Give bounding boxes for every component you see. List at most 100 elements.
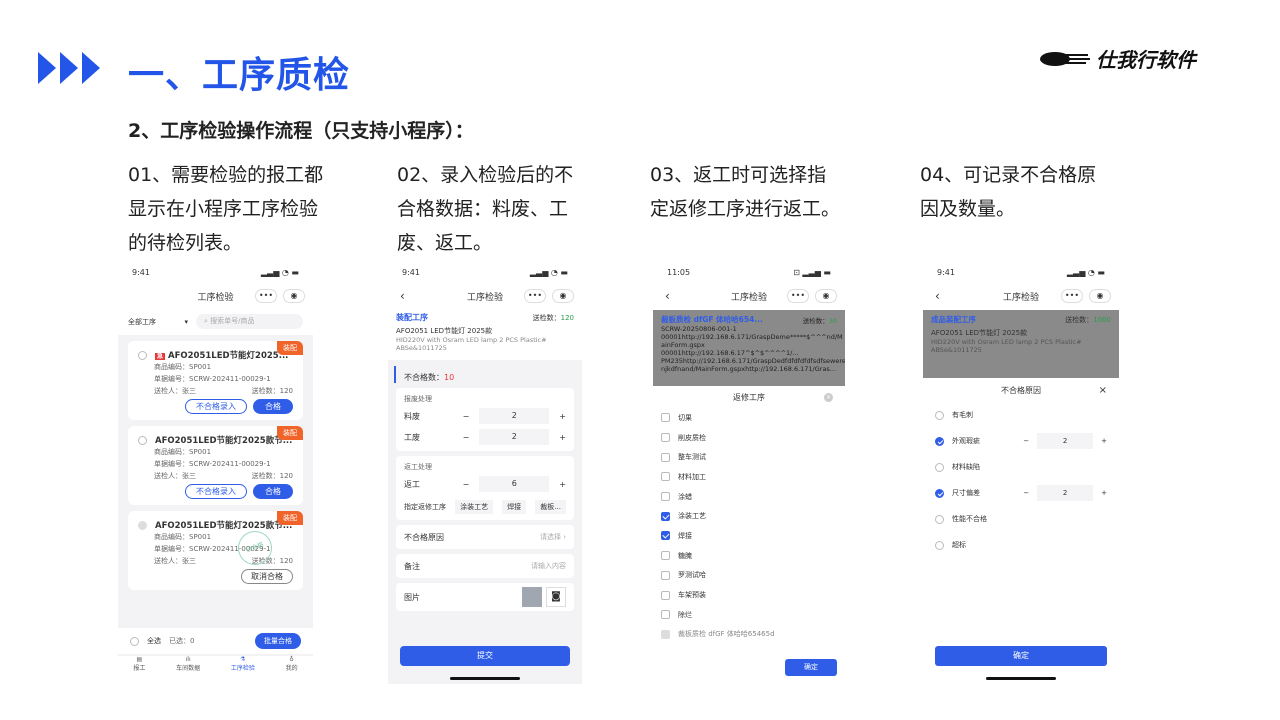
tab-mine[interactable]: ♁ 我的 — [286, 656, 298, 686]
brand-logo: 仕我行软件 — [1040, 44, 1196, 73]
plus-icon: + — [559, 479, 566, 489]
rework-option[interactable]: 焊接 — [661, 526, 837, 546]
reason-option[interactable]: 性能不合格 — [935, 506, 1107, 532]
rework-option[interactable]: 涂蜡 — [661, 487, 837, 507]
qualified-button[interactable]: 合格 — [253, 484, 293, 499]
reason-qty-stepper[interactable]: −2 + — [1023, 433, 1107, 449]
confirm-button[interactable]: 确定 — [785, 659, 837, 676]
rework-option[interactable]: 材料加工 — [661, 467, 837, 487]
inspection-card[interactable]: 装配 AFO2051LED节能灯2025款节... 已合格 商品编码：SP001… — [128, 511, 303, 590]
rework-option[interactable]: 切果 — [661, 408, 837, 428]
phone-unqualified-reason: 9:41 ▂▃▅ ◔ ▬ ‹ 工序检验 ••• ◉ 成品装配工序 送检数：1000 AF… — [923, 262, 1119, 684]
rework-option[interactable]: 整车测试 — [661, 447, 837, 467]
inspection-card[interactable]: 装配 AFO2051LED节能灯2025款节... 商品编码：SP001 单据编… — [128, 426, 303, 505]
more-icon[interactable]: ••• — [255, 289, 277, 303]
checkbox[interactable] — [661, 511, 670, 521]
close-target-icon[interactable]: ◉ — [815, 289, 837, 303]
tab-workshop-data[interactable]: ılı 车间数据 — [176, 656, 200, 686]
more-icon[interactable]: ••• — [524, 289, 546, 303]
select-radio-disabled — [138, 521, 147, 530]
flask-icon: ⚗ — [240, 656, 246, 663]
close-icon[interactable]: × — [824, 392, 833, 402]
tab-process-inspection[interactable]: ⚗ 工序检验 — [231, 656, 255, 686]
rework-op-chip[interactable]: 涂装工艺 — [455, 500, 494, 514]
reason-option[interactable]: 超标 — [935, 532, 1107, 558]
remark-row[interactable]: 备注 请输入内容 — [396, 554, 574, 578]
select-radio[interactable] — [138, 436, 147, 445]
close-icon[interactable]: × — [1099, 385, 1107, 396]
rework-option[interactable]: 涂装工艺 — [661, 506, 837, 526]
more-icon[interactable]: ••• — [1061, 289, 1083, 303]
batch-qualified-button[interactable]: 批量合格 — [255, 633, 301, 649]
back-icon[interactable]: ‹ — [665, 289, 670, 303]
checkbox[interactable] — [661, 452, 670, 462]
reason-qty-stepper[interactable]: −2 + — [1023, 485, 1107, 501]
photo-thumbnail[interactable] — [522, 587, 542, 607]
work-scrap-stepper[interactable]: −2 + — [463, 429, 566, 445]
cancel-qualified-button[interactable]: 取消合格 — [241, 569, 293, 584]
process-filter[interactable]: 全部工序 ▾ — [128, 314, 188, 329]
rework-stepper[interactable]: −6 + — [463, 476, 566, 492]
rework-option[interactable]: 罗测试哈 — [661, 566, 837, 586]
search-input[interactable]: ⌕ 搜索单号/商品 — [196, 314, 303, 329]
checkbox[interactable] — [661, 433, 670, 443]
rework-op-chip[interactable]: 裁板... — [535, 500, 566, 514]
reason-option[interactable]: 材料缺陷 — [935, 454, 1107, 480]
rework-option[interactable]: 削皮质检 — [661, 428, 837, 448]
material-scrap-stepper[interactable]: −2 + — [463, 408, 566, 424]
radio[interactable] — [935, 436, 944, 446]
reason-option[interactable]: 有毛刺 — [935, 402, 1107, 428]
checkbox[interactable] — [661, 610, 670, 620]
back-icon[interactable]: ‹ — [935, 289, 940, 303]
close-target-icon[interactable]: ◉ — [283, 289, 305, 303]
tab-report[interactable]: ▤ 报工 — [133, 656, 145, 686]
reason-option[interactable]: 尺寸偏差 −2 + — [935, 480, 1107, 506]
reason-row[interactable]: 不合格原因 请选择 › — [396, 525, 574, 549]
checkbox[interactable] — [661, 629, 670, 639]
phone-inspection-entry: 9:41 ▂▃▅ ◔ ▬ ‹ 工序检验 ••• ◉ 装配工序 送检数：120 AFO20… — [388, 262, 582, 684]
checkbox[interactable] — [661, 472, 670, 482]
status-bar: 9:41 ▂▃▅ ◔ ▬ — [118, 262, 313, 282]
radio[interactable] — [935, 410, 944, 420]
filter-bar: 全部工序 ▾ ⌕ 搜索单号/商品 — [118, 310, 313, 335]
rework-op-chip[interactable]: 焊接 — [502, 500, 527, 514]
step-4-text: 04、可记录不合格原 因及数量。 — [920, 164, 1097, 220]
confirm-button[interactable]: 确定 — [935, 646, 1107, 666]
close-target-icon[interactable]: ◉ — [552, 289, 574, 303]
radio[interactable] — [935, 462, 944, 472]
checkbox[interactable] — [661, 492, 670, 502]
checkbox[interactable] — [661, 570, 670, 580]
batch-bar: 全选 已选：0 批量合格 — [118, 628, 313, 654]
more-icon[interactable]: ••• — [787, 289, 809, 303]
submit-button[interactable]: 提交 — [400, 646, 570, 666]
logo-text: 仕我行软件 — [1096, 48, 1196, 72]
rework-option[interactable]: 裁板质检 dfGF 体哈哈65465d — [661, 625, 837, 645]
select-radio[interactable] — [138, 351, 147, 360]
checkbox[interactable] — [661, 551, 670, 561]
radio[interactable] — [935, 540, 944, 550]
checkbox[interactable] — [661, 590, 670, 600]
user-icon: ♁ — [289, 656, 294, 663]
radio[interactable] — [935, 514, 944, 524]
qualified-button[interactable]: 合格 — [253, 399, 293, 414]
unqualified-entry-button[interactable]: 不合格录入 — [185, 484, 247, 499]
minus-icon: − — [462, 432, 470, 442]
step-2-text: 02、录入检验后的不 合格数据：料废、工 废、返工。 — [397, 164, 574, 254]
checkbox[interactable] — [661, 413, 670, 423]
rework-option[interactable]: 车架预装 — [661, 585, 837, 605]
step-1-text: 01、需要检验的报工都 显示在小程序工序检验 的待检列表。 — [128, 164, 324, 254]
radio[interactable] — [935, 488, 944, 498]
select-all-radio[interactable] — [130, 636, 139, 646]
unqualified-entry-button[interactable]: 不合格录入 — [185, 399, 247, 414]
close-target-icon[interactable]: ◉ — [1089, 289, 1111, 303]
inspection-card[interactable]: 装配 急 AFO2051LED节能灯2025... 商品编码：SP001 单据编号… — [128, 341, 303, 420]
nav-title: 工序检验 — [197, 292, 234, 303]
plus-icon: + — [1101, 437, 1107, 445]
checkbox[interactable] — [661, 531, 670, 541]
back-icon[interactable]: ‹ — [400, 289, 405, 303]
dimmed-header: 裁板质检 dfGF 体哈哈654... 送检数：30 SCRW-20250806-… — [653, 310, 845, 386]
rework-option[interactable]: 除烂 — [661, 605, 837, 625]
camera-icon[interactable]: ◙ — [546, 587, 566, 607]
rework-option[interactable]: 糖腌 — [661, 546, 837, 566]
reason-option[interactable]: 外观瑕疵 −2 + — [935, 428, 1107, 454]
